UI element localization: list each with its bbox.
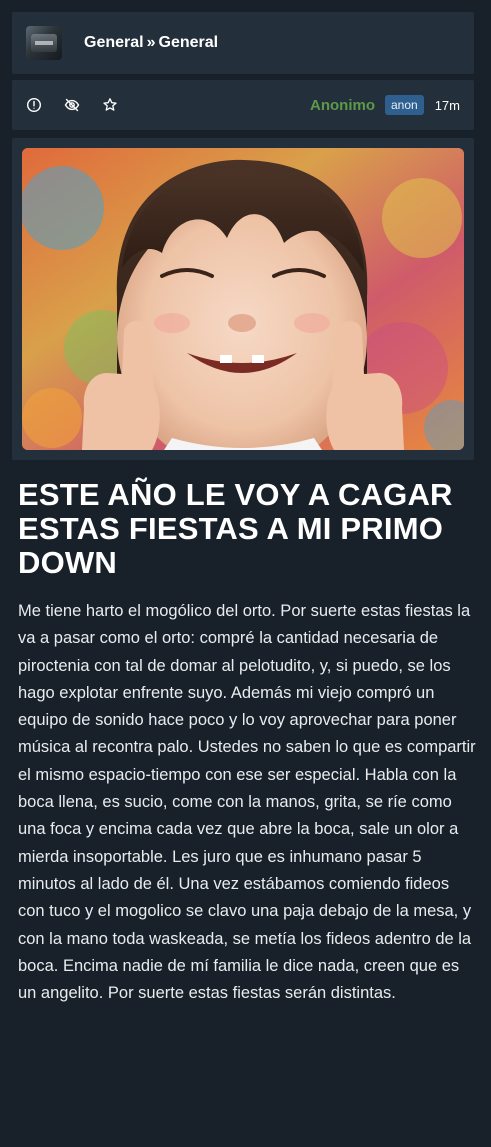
- post-image-card: [12, 138, 474, 460]
- eye-off-icon[interactable]: [60, 93, 84, 117]
- post-image[interactable]: [22, 148, 464, 450]
- alert-circle-icon[interactable]: [22, 93, 46, 117]
- breadcrumb-subcategory[interactable]: General: [159, 34, 219, 52]
- breadcrumb-separator: »: [146, 34, 156, 51]
- breadcrumb-category[interactable]: General: [84, 34, 144, 52]
- post-meta-bar: Anonimo anon 17m: [12, 80, 474, 130]
- breadcrumb: General » General: [84, 34, 218, 52]
- category-thumbnail[interactable]: [26, 26, 62, 60]
- post-time: 17m: [434, 97, 460, 113]
- post-author-info: Anonimo anon 17m: [310, 95, 460, 115]
- post-title: ESTE AÑO LE VOY A CAGAR ESTAS FIESTAS A …: [18, 477, 453, 580]
- author-name[interactable]: Anonimo: [310, 97, 375, 114]
- anon-badge: anon: [385, 95, 424, 115]
- post-body: Me tiene harto el mogólico del orto. Por…: [18, 602, 476, 1003]
- category-header: General » General: [12, 12, 474, 74]
- star-icon[interactable]: [98, 93, 122, 117]
